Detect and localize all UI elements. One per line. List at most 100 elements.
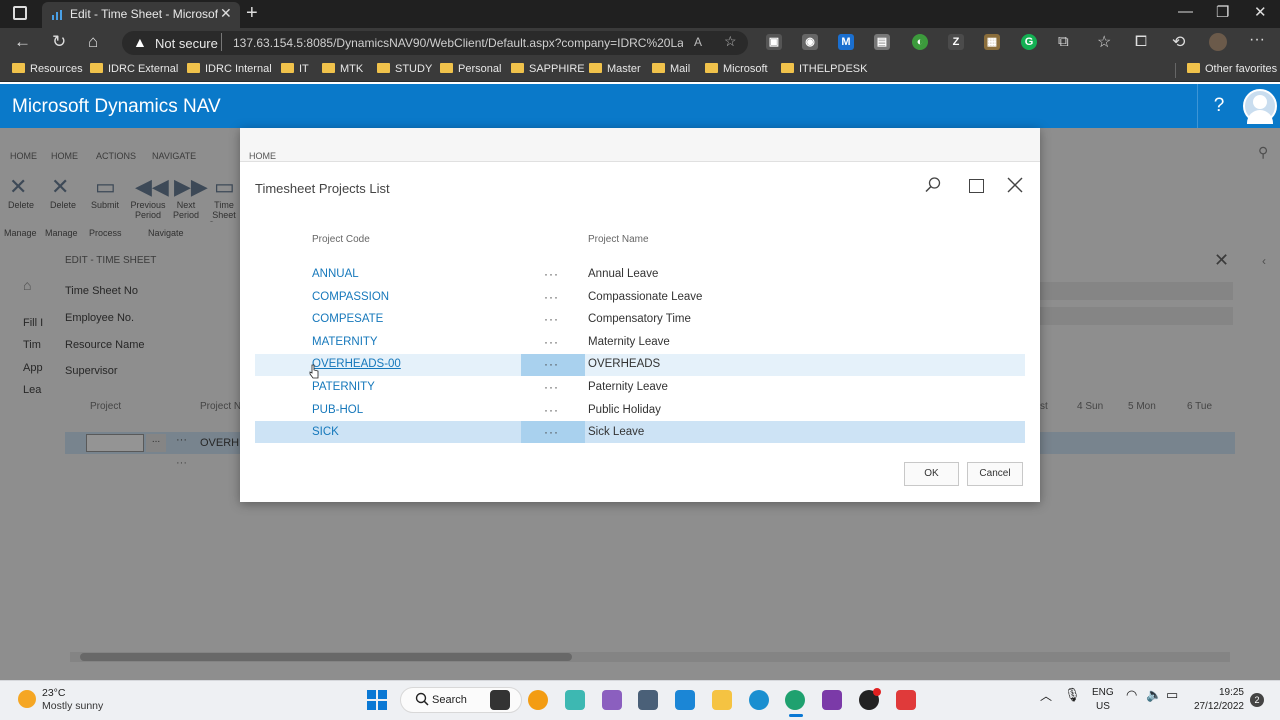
close-tab-icon[interactable]: ✕ [220,5,232,22]
folder-icon [12,63,25,73]
row-menu-icon[interactable]: ··· [544,380,559,394]
edge-browser-icon[interactable] [785,690,805,710]
extension-grammarly-icon[interactable]: G [1021,34,1037,50]
favorite-add-icon[interactable]: ☆ [724,33,737,50]
project-code-link[interactable]: OVERHEADS-00 [312,358,401,370]
history-icon[interactable]: ⟲ [1172,32,1185,52]
extension-screen-icon[interactable]: ▣ [766,34,782,50]
clock-date[interactable]: 27/12/2022 [1192,701,1244,712]
dialog-tab-home[interactable]: HOME [249,151,276,161]
project-code-link[interactable]: PATERNITY [312,381,375,393]
app-title[interactable]: Microsoft Dynamics NAV [12,96,221,118]
bookmark-folder[interactable]: IT [281,63,309,75]
search-app-icon[interactable] [528,690,548,710]
github-icon[interactable] [749,690,769,710]
more-menu-icon[interactable]: ··· [1249,31,1265,49]
bookmark-folder[interactable]: Personal [440,63,501,75]
bookmark-folder[interactable]: Resources [12,63,83,75]
row-menu-icon[interactable]: ··· [544,357,559,371]
visual-studio-icon[interactable] [602,690,622,710]
bookmark-folder[interactable]: Master [589,63,641,75]
other-favorites[interactable]: Other favorites [1187,63,1277,75]
weather-desc[interactable]: Mostly sunny [42,700,103,712]
read-aloud-icon[interactable]: A [694,35,702,49]
favorites-icon[interactable]: ☆ [1097,32,1111,52]
refresh-icon[interactable]: ↻ [52,32,66,52]
help-button[interactable]: ? [1197,84,1240,128]
project-code-link[interactable]: MATERNITY [312,336,378,348]
maximize-dialog-icon[interactable] [969,179,984,193]
notification-badge[interactable]: 2 [1250,693,1264,707]
url-text[interactable]: 137.63.154.5:8085/DynamicsNAV90/WebClien… [233,36,683,50]
browser-menu-icon[interactable] [13,6,27,20]
bookmark-folder[interactable]: Mail [652,63,690,75]
volume-icon[interactable]: 🔈 [1146,687,1162,703]
project-code-link[interactable]: COMPESATE [312,313,383,325]
project-code-link[interactable]: PUB-HOL [312,404,363,416]
battery-icon[interactable]: ▭ [1166,687,1178,703]
row-menu-icon[interactable]: ··· [544,335,559,349]
bookmark-label: Resources [30,63,83,75]
bookmark-folder[interactable]: IDRC External [90,63,178,75]
wifi-icon[interactable]: ◠ [1126,687,1137,703]
close-window-icon[interactable]: ✕ [1254,3,1267,21]
profile-avatar-icon[interactable] [1209,33,1227,51]
bookmark-folder[interactable]: MTK [322,63,363,75]
extension-pdf-icon[interactable]: ▦ [984,34,1000,50]
anydesk-icon[interactable] [896,690,916,710]
project-name: Maternity Leave [588,336,670,348]
extension-m-icon[interactable]: M [838,34,854,50]
row-menu-icon[interactable]: ··· [544,267,559,281]
cancel-button[interactable]: Cancel [967,462,1023,486]
bookmark-folder[interactable]: SAPPHIRE [511,63,585,75]
start-windows-icon[interactable] [367,690,387,710]
extensions-icon[interactable]: ⧉ [1058,33,1069,50]
security-label[interactable]: Not secure [155,36,218,51]
column-header-project-code[interactable]: Project Code [312,234,370,245]
row-menu-icon[interactable]: ··· [544,403,559,417]
extension-z-icon[interactable]: Z [948,34,964,50]
collections-icon[interactable]: ⧠ [1135,33,1147,50]
close-dialog-icon[interactable] [1006,176,1024,197]
row-menu-icon[interactable]: ··· [544,290,559,304]
maximize-icon[interactable]: ❐ [1216,3,1229,21]
project-code-link[interactable]: ANNUAL [312,268,359,280]
ok-button[interactable]: OK [904,462,959,486]
bookmark-label: STUDY [395,63,433,75]
weather-sun-icon[interactable] [18,690,36,708]
address-separator [221,33,222,51]
new-tab-icon[interactable]: + [246,2,258,25]
bookmark-label: Mail [670,63,691,75]
project-code-link[interactable]: SICK [312,426,339,438]
column-header-project-name[interactable]: Project Name [588,234,649,245]
row-menu-icon[interactable]: ··· [544,312,559,326]
bookmark-folder[interactable]: IDRC Internal [187,63,272,75]
task-view-icon[interactable] [490,690,510,710]
bookmark-folder[interactable]: ITHELPDESK [781,63,867,75]
bookmark-folder[interactable]: Microsoft [705,63,768,75]
back-icon[interactable]: ← [14,32,31,52]
row-menu-icon[interactable]: ··· [544,425,559,439]
microphone-icon[interactable]: 🎙 [1064,687,1081,703]
active-app-indicator [789,714,803,717]
extension-chrome-icon[interactable]: ◐ [912,34,928,50]
clock-time[interactable]: 19:25 [1192,687,1244,698]
weather-temp[interactable]: 23°C [42,687,65,699]
home-icon[interactable]: ⌂ [88,32,98,52]
chevron-up-icon[interactable]: ︿ [1040,687,1052,704]
search-icon[interactable] [924,176,942,197]
language-code[interactable]: ENG [1092,687,1114,698]
snipping-tool-icon[interactable] [565,690,585,710]
bookmark-folder[interactable]: STUDY [377,63,432,75]
calendar-icon[interactable] [675,690,695,710]
bookmark-label: Master [607,63,641,75]
language-region[interactable]: US [1096,701,1110,712]
extension-camera-icon[interactable]: ◉ [802,34,818,50]
minimize-icon[interactable]: — [1178,3,1193,20]
calculator-icon[interactable] [638,690,658,710]
folder-icon [705,63,718,73]
extension-car-icon[interactable]: ▤ [874,34,890,50]
project-code-link[interactable]: COMPASSION [312,291,389,303]
onenote-icon[interactable] [822,690,842,710]
file-explorer-icon[interactable] [712,690,732,710]
